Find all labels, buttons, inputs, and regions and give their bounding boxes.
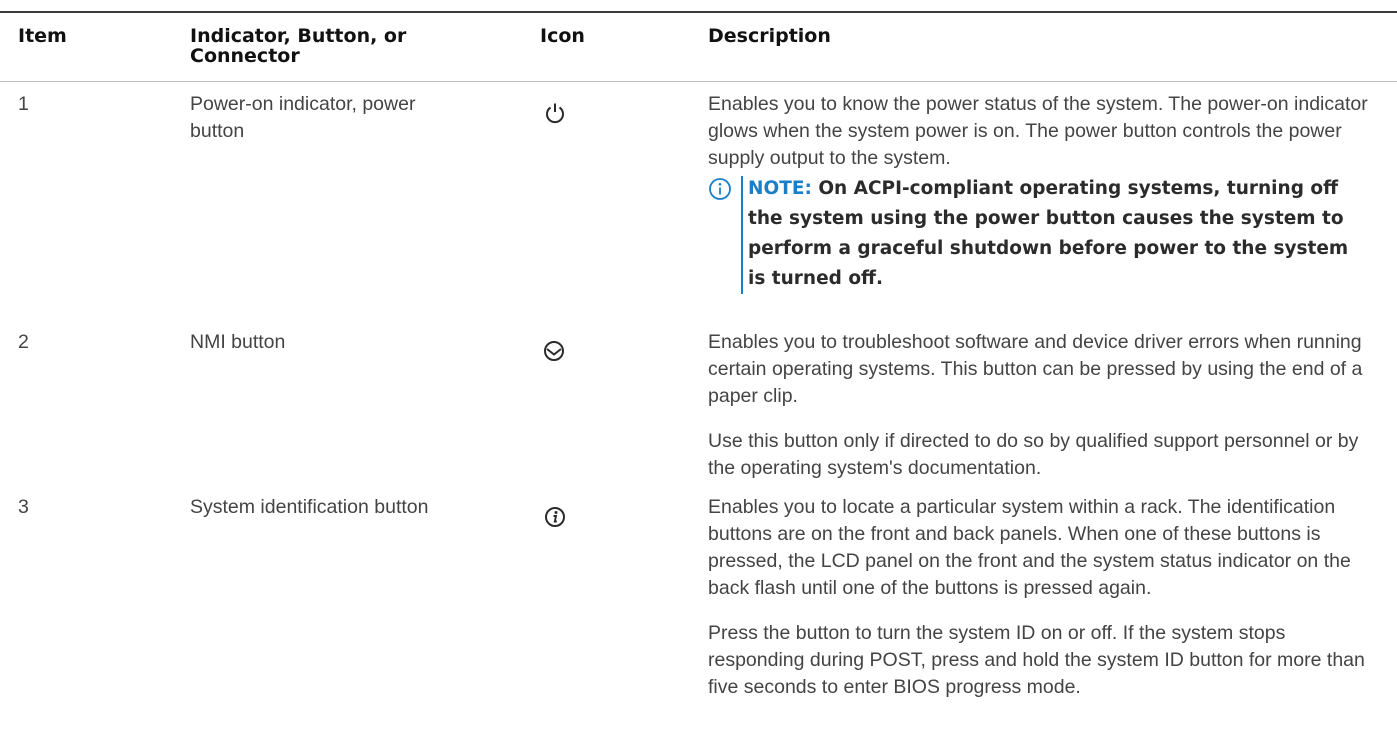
header-indicator: Indicator, Button, or Connector — [190, 25, 407, 67]
header-rule — [0, 81, 1397, 82]
description-paragraph: Enables you to know the power status of … — [708, 93, 1368, 169]
nmi-icon — [542, 339, 566, 363]
row-component-name: NMI button — [190, 331, 286, 353]
note-body: On ACPI-compliant operating systems, tur… — [748, 178, 1349, 289]
note-box: NOTE: On ACPI-compliant operating system… — [708, 174, 1368, 294]
row-item-number: 3 — [18, 496, 29, 518]
note-accent-bar — [741, 176, 743, 294]
header-icon: Icon — [540, 25, 585, 47]
row-description: Enables you to troubleshoot software and… — [708, 329, 1368, 482]
header-description: Description — [708, 25, 831, 47]
row-description: Enables you to know the power status of … — [708, 91, 1368, 294]
row-item-number: 1 — [18, 93, 29, 115]
table-top-rule — [0, 11, 1397, 13]
description-paragraph: Enables you to troubleshoot software and… — [708, 331, 1363, 407]
row-description: Enables you to locate a particular syste… — [708, 494, 1373, 701]
power-icon — [543, 101, 567, 125]
note-label: NOTE: — [748, 178, 812, 199]
row-item-number: 2 — [18, 331, 29, 353]
system-id-icon — [543, 505, 567, 529]
row-component-name: Power-on indicator, power button — [190, 93, 416, 142]
info-icon — [708, 177, 732, 201]
description-paragraph: Enables you to locate a particular syste… — [708, 496, 1351, 599]
description-paragraph: Press the button to turn the system ID o… — [708, 622, 1365, 698]
description-paragraph: Use this button only if directed to do s… — [708, 430, 1359, 479]
note-text: NOTE: On ACPI-compliant operating system… — [748, 174, 1368, 294]
row-component-name: System identification button — [190, 496, 429, 518]
header-item: Item — [18, 25, 67, 47]
